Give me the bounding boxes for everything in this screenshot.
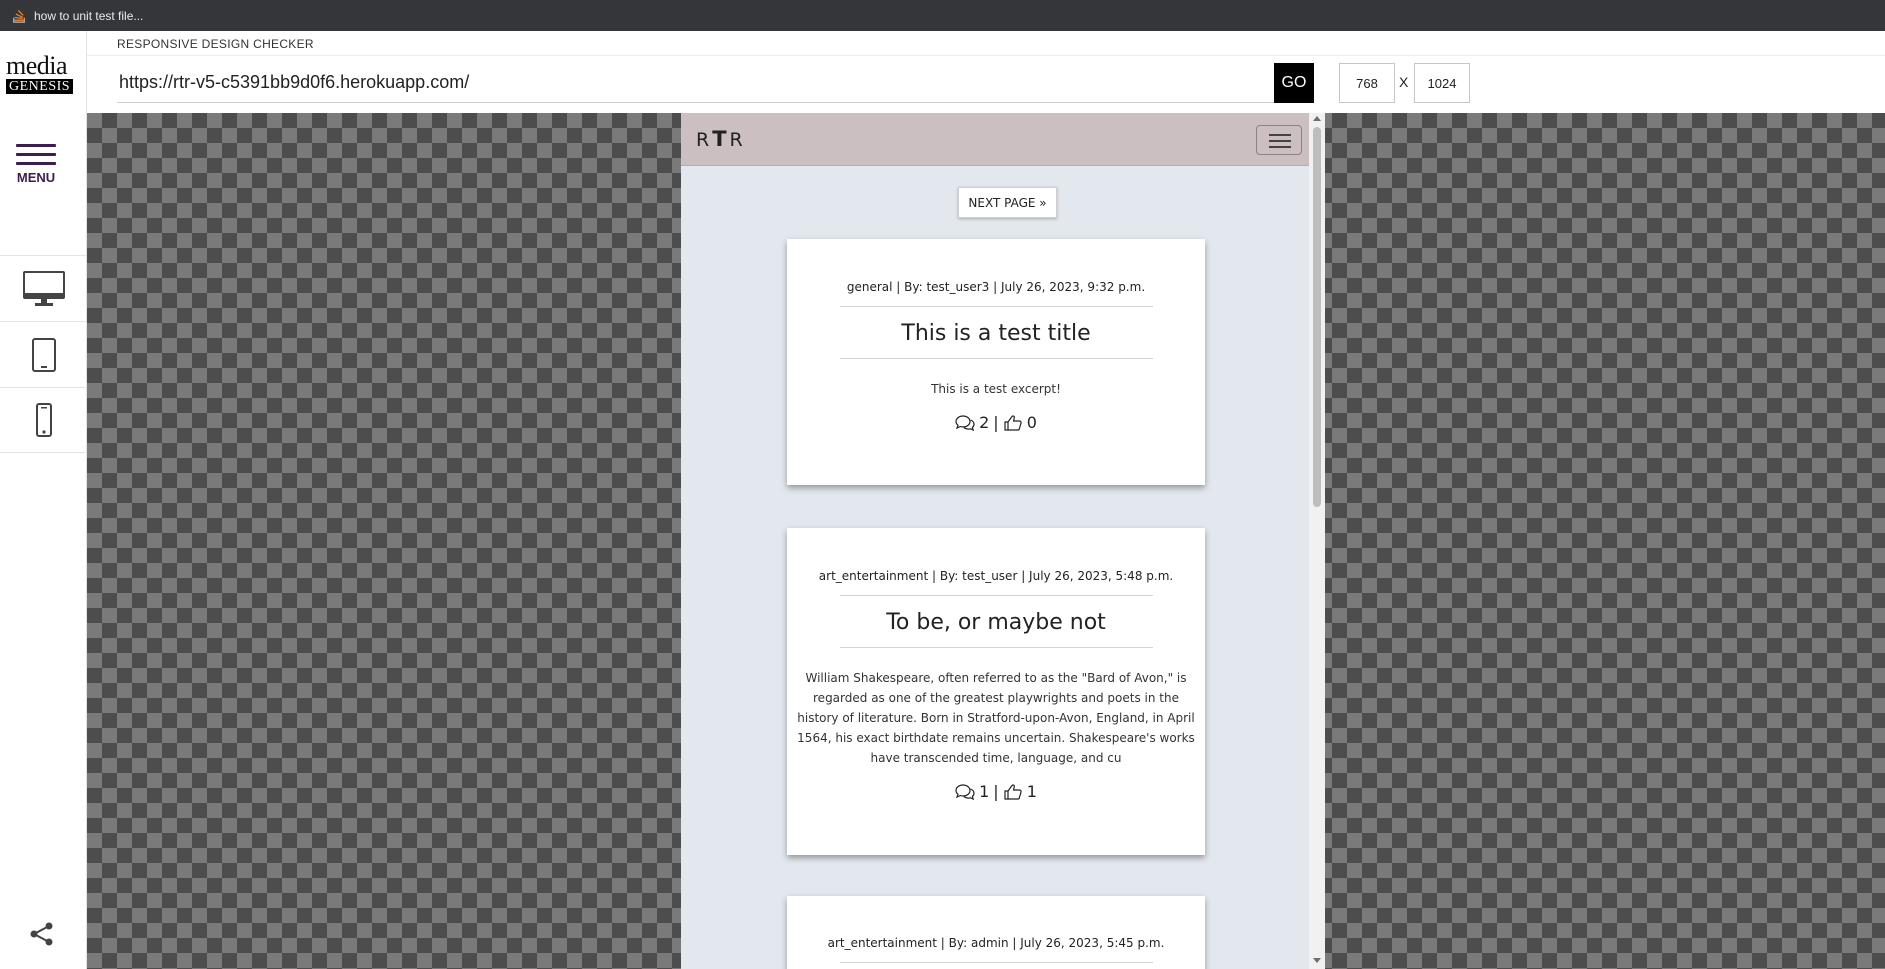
brand-letter-2: T <box>712 127 730 151</box>
post-stats: 2 | 0 <box>787 413 1205 432</box>
height-input[interactable] <box>1414 63 1470 103</box>
post-title[interactable]: To be, or maybe not <box>787 610 1205 635</box>
thumbs-up-icon[interactable] <box>1003 783 1023 801</box>
menu-button[interactable]: MENU <box>0 144 72 214</box>
scroll-up-icon[interactable] <box>1313 116 1321 121</box>
post-title[interactable]: This is a test title <box>787 321 1205 346</box>
post-meta: art_entertainment | By: admin | July 26,… <box>827 936 1165 950</box>
brand-letter-1: R <box>696 129 713 151</box>
bookmarks-bar: how to unit test file... <box>0 0 1885 31</box>
stackoverflow-icon <box>13 9 25 23</box>
site-brand[interactable]: RTR <box>696 127 746 151</box>
share-icon <box>30 922 53 946</box>
scroll-thumb[interactable] <box>1313 127 1321 507</box>
stats-divider: | <box>993 782 999 801</box>
hamburger-icon <box>16 144 56 165</box>
device-tablet-button[interactable] <box>0 321 87 387</box>
bookmark-stackoverflow[interactable]: how to unit test file... <box>12 9 143 23</box>
device-desktop-button[interactable] <box>0 255 87 321</box>
thumbs-up-icon[interactable] <box>1003 414 1023 432</box>
comment-count: 1 <box>979 782 990 801</box>
url-input[interactable] <box>117 63 1274 103</box>
dimension-separator: X <box>1399 74 1409 90</box>
width-input[interactable] <box>1339 63 1395 103</box>
next-page-button[interactable]: NEXT PAGE » <box>958 187 1057 218</box>
post-card[interactable]: art_entertainment | By: test_user | July… <box>787 528 1205 855</box>
divider <box>839 358 1153 359</box>
like-count: 1 <box>1026 782 1037 801</box>
bookmark-label: how to unit test file... <box>34 8 144 23</box>
preview-canvas: RTR NEXT PAGE » general | By: test_user3… <box>87 113 1885 969</box>
post-card[interactable]: general | By: test_user3 | July 26, 2023… <box>787 239 1205 485</box>
frame-scrollbar[interactable] <box>1309 113 1325 969</box>
comments-icon <box>955 783 975 800</box>
comment-count: 2 <box>979 413 990 432</box>
like-count: 0 <box>1026 413 1037 432</box>
preview-frame[interactable]: RTR NEXT PAGE » general | By: test_user3… <box>681 113 1325 969</box>
go-button[interactable]: GO <box>1274 63 1314 103</box>
divider <box>839 962 1153 963</box>
media-genesis-logo[interactable]: media GENESIS <box>6 51 74 95</box>
header-divider <box>87 55 1885 56</box>
device-phone-button[interactable] <box>0 387 87 453</box>
comments-icon <box>955 414 975 431</box>
site-navbar: RTR <box>681 113 1309 166</box>
divider <box>839 306 1153 307</box>
divider <box>839 647 1153 648</box>
share-button[interactable] <box>27 919 57 949</box>
post-meta: general | By: test_user3 | July 26, 2023… <box>846 280 1146 294</box>
logo-line-2: GENESIS <box>6 79 74 94</box>
stats-divider: | <box>993 413 999 432</box>
post-meta: art_entertainment | By: test_user | July… <box>818 569 1174 583</box>
logo-line-1: media <box>6 51 68 80</box>
post-excerpt: This is a test excerpt! <box>931 382 1061 396</box>
post-card[interactable]: art_entertainment | By: admin | July 26,… <box>787 896 1205 969</box>
desktop-icon <box>22 270 65 306</box>
post-excerpt: William Shakespeare, often referred to a… <box>797 671 1195 765</box>
post-stats: 1 | 1 <box>787 782 1205 801</box>
menu-label: MENU <box>16 170 56 185</box>
device-list <box>0 255 87 453</box>
navbar-toggler-button[interactable] <box>1256 125 1302 155</box>
scroll-down-icon[interactable] <box>1313 958 1321 963</box>
tablet-icon <box>31 337 56 372</box>
brand-letter-3: R <box>729 129 746 151</box>
app-title: RESPONSIVE DESIGN CHECKER <box>117 37 314 51</box>
phone-icon <box>35 403 52 437</box>
divider <box>839 595 1153 596</box>
left-rail: media GENESIS MENU <box>0 31 87 969</box>
